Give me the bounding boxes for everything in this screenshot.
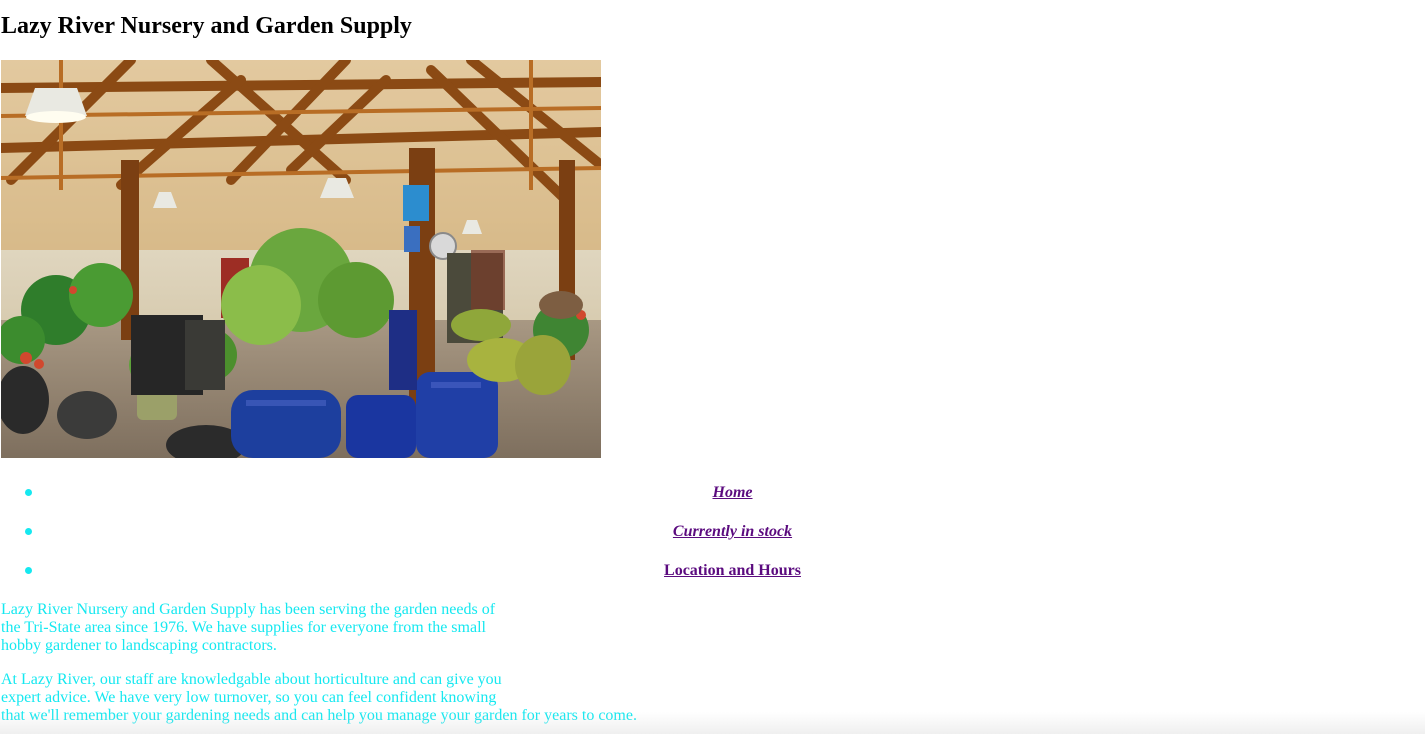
main-nav: Home Currently in stock Location and Hou… [0, 476, 1425, 593]
about-paragraph-2: At Lazy River, our staff are knowledgabl… [1, 671, 681, 725]
nav-link-currently-in-stock[interactable]: Currently in stock [673, 523, 792, 540]
hero-image [1, 60, 601, 458]
page: Lazy River Nursery and Garden Supply Hom… [0, 0, 1425, 734]
text-line: Lazy River Nursery and Garden Supply has… [1, 601, 496, 618]
nav-item-currently-in-stock: Currently in stock [0, 515, 1425, 554]
nav-link-location-and-hours[interactable]: Location and Hours [664, 562, 801, 579]
nav-item-home: Home [0, 476, 1425, 515]
about-paragraph-1: Lazy River Nursery and Garden Supply has… [1, 601, 681, 655]
nav-item-location-and-hours: Location and Hours [0, 554, 1425, 593]
bullet-icon [25, 528, 32, 535]
nav-link-home[interactable]: Home [713, 484, 753, 501]
text-line: hobby gardener to landscaping contractor… [1, 637, 277, 654]
bullet-icon [25, 489, 32, 496]
text-line: At Lazy River, our staff are knowledgabl… [1, 671, 502, 688]
site-title: Lazy River Nursery and Garden Supply [1, 13, 412, 39]
text-line: that we'll remember your gardening needs… [1, 707, 637, 724]
bullet-icon [25, 567, 32, 574]
text-line: expert advice. We have very low turnover… [1, 689, 497, 706]
text-line: the Tri-State area since 1976. We have s… [1, 619, 486, 636]
